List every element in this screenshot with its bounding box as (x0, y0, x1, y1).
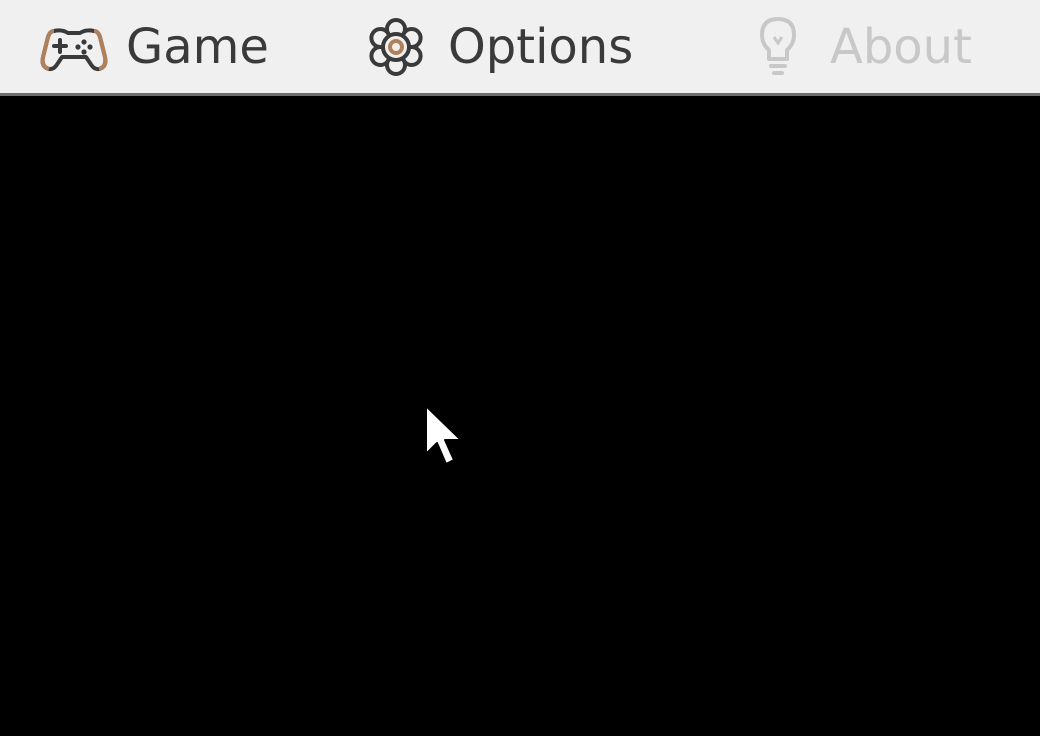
menu-bar: Game Options About (0, 0, 1040, 96)
mouse-pointer-icon (425, 405, 462, 465)
menu-item-about-label: About (830, 18, 972, 75)
game-canvas[interactable] (0, 96, 1040, 736)
menu-item-about[interactable]: About (744, 0, 972, 93)
menu-item-options[interactable]: Options (362, 0, 633, 93)
app-window: Game Options About (0, 0, 1040, 736)
menu-item-options-label: Options (448, 18, 634, 75)
menu-item-game[interactable]: Game (40, 0, 269, 93)
lightbulb-icon (744, 13, 812, 81)
gear-icon (362, 13, 430, 81)
menu-item-game-label: Game (126, 18, 269, 75)
gamepad-icon (40, 13, 108, 81)
